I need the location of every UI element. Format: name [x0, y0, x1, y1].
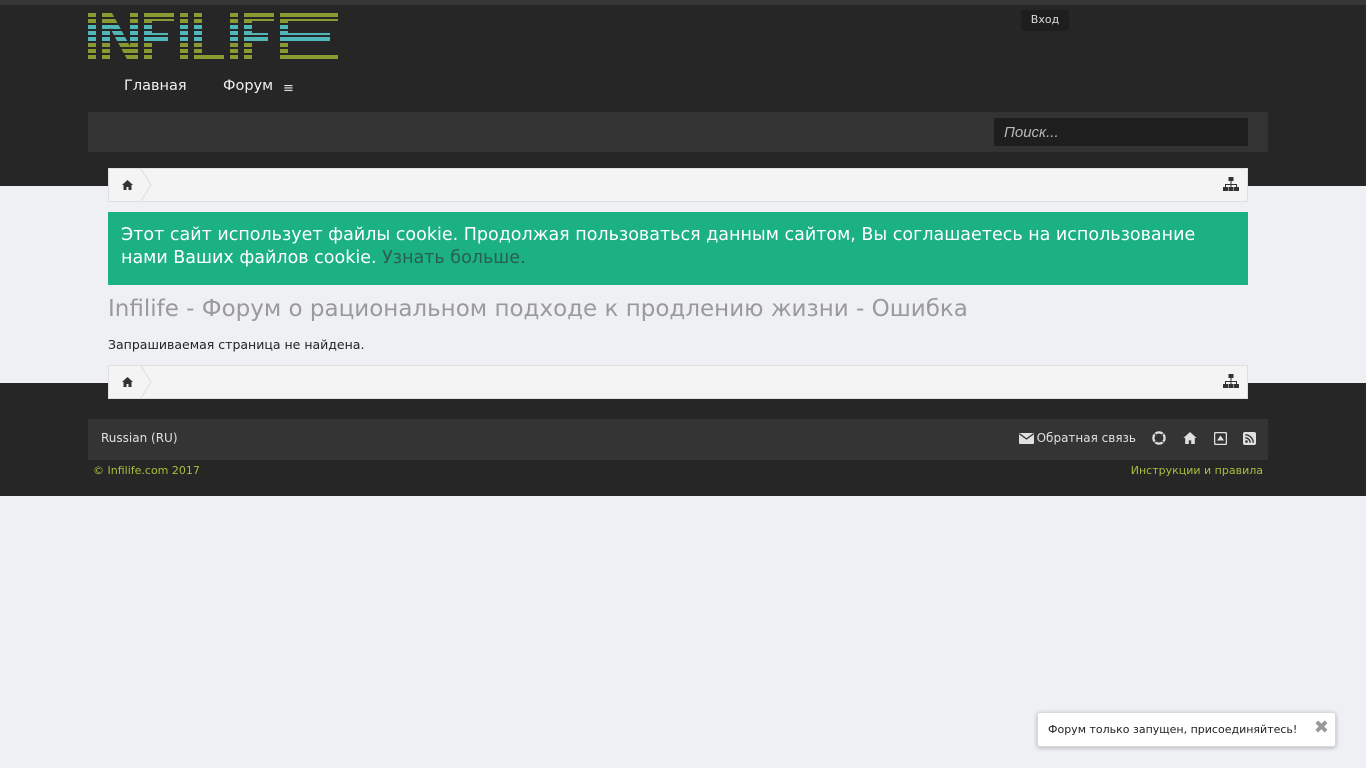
- home-icon: [121, 377, 133, 387]
- home-icon: [121, 180, 133, 190]
- rss-link[interactable]: [1243, 431, 1256, 445]
- cookie-learn-more-link[interactable]: Узнать больше.: [382, 248, 526, 268]
- notice-text: Форум только запущен, присоединяйтесь!: [1048, 723, 1298, 736]
- page-title: Infilife - Форум о рациональном подходе …: [108, 296, 968, 322]
- site-footer: Russian (RU) Обратная связь © Infilife.c…: [0, 383, 1366, 496]
- footer-links: Обратная связь: [1018, 431, 1256, 445]
- site-header: Вход Главная Форум ≡: [0, 0, 1366, 186]
- nav-item-home[interactable]: Главная: [124, 78, 187, 94]
- breadcrumb-separator: [140, 366, 152, 398]
- error-message: Запрашиваемая страница не найдена.: [108, 337, 365, 352]
- breadcrumb-top: [108, 168, 1248, 202]
- home-link[interactable]: [1183, 432, 1197, 444]
- language-chooser[interactable]: Russian (RU): [101, 431, 178, 445]
- close-icon[interactable]: ✖: [1314, 719, 1329, 737]
- site-logo[interactable]: [88, 13, 338, 61]
- search-bar: [88, 112, 1268, 152]
- back-to-top-link[interactable]: [1214, 431, 1227, 445]
- contact-link[interactable]: Обратная связь: [1018, 431, 1136, 445]
- home-icon: [1183, 432, 1197, 444]
- breadcrumb-bottom: [108, 365, 1248, 399]
- login-button[interactable]: Вход: [1021, 10, 1069, 31]
- cookie-notice: Этот сайт использует файлы cookie. Продо…: [108, 212, 1248, 285]
- sitemap-icon[interactable]: [1223, 176, 1239, 192]
- breadcrumb-separator: [140, 169, 152, 201]
- help-link[interactable]: [1152, 431, 1166, 445]
- footer-bar: Russian (RU) Обратная связь: [88, 419, 1268, 460]
- nav-item-forum[interactable]: Форум: [223, 78, 273, 94]
- rss-icon: [1243, 431, 1256, 445]
- menu-icon[interactable]: ≡: [283, 81, 294, 96]
- sitemap-icon[interactable]: [1223, 373, 1239, 389]
- lifebuoy-icon: [1152, 431, 1166, 445]
- contact-link-label: Обратная связь: [1036, 431, 1136, 445]
- rules-link[interactable]: Инструкции и правила: [1131, 464, 1263, 477]
- search-input[interactable]: [994, 118, 1248, 146]
- cookie-notice-text: Этот сайт использует файлы cookie. Продо…: [121, 225, 1196, 268]
- caret-square-up-icon: [1214, 431, 1227, 445]
- floating-notice: Форум только запущен, присоединяйтесь! ✖: [1037, 712, 1336, 747]
- copyright: © Infilife.com 2017: [93, 464, 200, 477]
- envelope-icon: [1018, 432, 1034, 444]
